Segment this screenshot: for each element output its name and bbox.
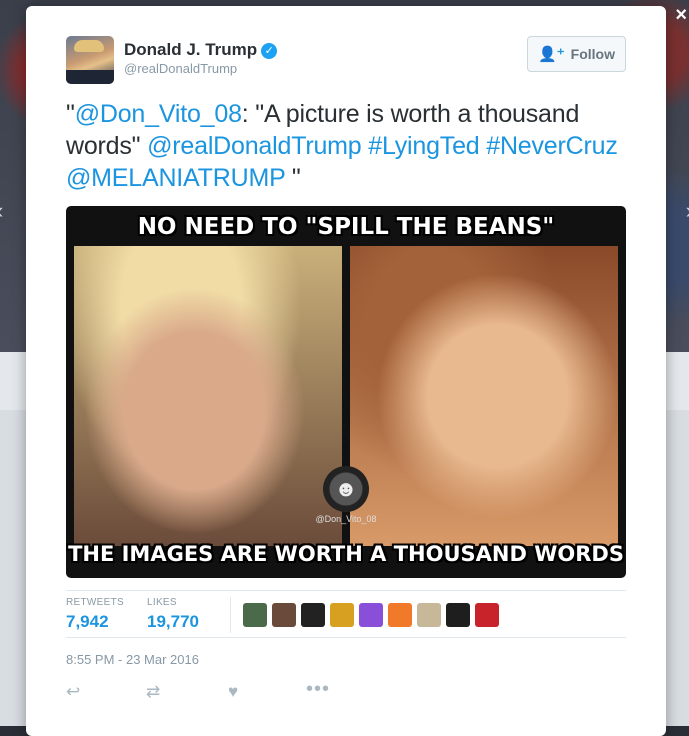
- previous-arrow-icon[interactable]: ‹: [0, 198, 3, 224]
- meme-top-caption: NO NEED TO "SPILL THE BEANS": [137, 214, 555, 240]
- avatar[interactable]: [66, 36, 114, 84]
- verified-icon: ✓: [261, 43, 278, 59]
- close-icon[interactable]: ×: [675, 4, 687, 27]
- watermark-logo-icon: ☻: [323, 466, 369, 512]
- liker-avatar[interactable]: [417, 603, 441, 627]
- reply-icon[interactable]: ↩: [66, 682, 80, 702]
- liker-avatar[interactable]: [272, 603, 296, 627]
- tweet-header: Donald J. Trump ✓ @realDonaldTrump 👤⁺ Fol…: [66, 36, 626, 86]
- hashtag-link[interactable]: #LyingTed: [368, 132, 479, 160]
- tweet-card: Donald J. Trump ✓ @realDonaldTrump 👤⁺ Fol…: [26, 6, 666, 736]
- mention-link[interactable]: @MELANIATRUMP: [66, 164, 285, 192]
- liker-avatars: [243, 603, 499, 627]
- retweets-count: 7,942: [66, 612, 109, 631]
- more-icon[interactable]: •••: [306, 678, 330, 701]
- liker-avatar[interactable]: [446, 603, 470, 627]
- tweet-actions: ↩ ⇄ ♥ •••: [66, 678, 366, 704]
- left-photo: [74, 246, 342, 546]
- heart-icon[interactable]: ♥: [228, 682, 238, 702]
- meme-bottom-caption: THE IMAGES ARE WORTH A THOUSAND WORDS: [68, 542, 624, 566]
- likes-label: LIKES: [147, 597, 177, 608]
- likes-count: 19,770: [147, 612, 199, 631]
- avatar-hair: [74, 40, 104, 52]
- mention-link[interactable]: @Don_Vito_08: [75, 100, 242, 128]
- tweet-text-segment: ": [66, 100, 75, 128]
- tweet-media-image[interactable]: NO NEED TO "SPILL THE BEANS" ☻ @Don_Vito…: [66, 206, 626, 578]
- mention-link[interactable]: @realDonaldTrump: [147, 132, 362, 160]
- liker-avatar[interactable]: [301, 603, 325, 627]
- author-handle[interactable]: @realDonaldTrump: [124, 61, 277, 76]
- right-photo: [350, 246, 618, 546]
- watermark-text: @Don_Vito_08: [315, 514, 377, 524]
- avatar-suit: [66, 70, 114, 84]
- watermark: ☻ @Don_Vito_08: [314, 466, 378, 538]
- retweets-stat[interactable]: RETWEETS 7,942: [66, 597, 124, 632]
- follow-button-label: Follow: [570, 46, 615, 62]
- liker-avatar[interactable]: [243, 603, 267, 627]
- author-info[interactable]: Donald J. Trump ✓ @realDonaldTrump: [124, 40, 278, 76]
- tweet-text-segment: ": [285, 164, 301, 192]
- likes-stat[interactable]: LIKES 19,770: [147, 597, 199, 632]
- stats-divider: [230, 597, 231, 633]
- hashtag-link[interactable]: #NeverCruz: [486, 132, 618, 160]
- display-name[interactable]: Donald J. Trump: [124, 40, 257, 59]
- liker-avatar[interactable]: [388, 603, 412, 627]
- add-user-icon: 👤⁺: [538, 46, 565, 63]
- liker-avatar[interactable]: [475, 603, 499, 627]
- liker-avatar[interactable]: [359, 603, 383, 627]
- retweets-label: RETWEETS: [66, 597, 124, 608]
- tweet-text: "@Don_Vito_08: "A picture is worth a tho…: [66, 98, 636, 194]
- retweet-icon[interactable]: ⇄: [146, 682, 160, 702]
- tweet-timestamp[interactable]: 8:55 PM - 23 Mar 2016: [66, 652, 199, 667]
- follow-button[interactable]: 👤⁺ Follow: [527, 36, 626, 72]
- tweet-stats: RETWEETS 7,942 LIKES 19,770: [66, 590, 626, 638]
- liker-avatar[interactable]: [330, 603, 354, 627]
